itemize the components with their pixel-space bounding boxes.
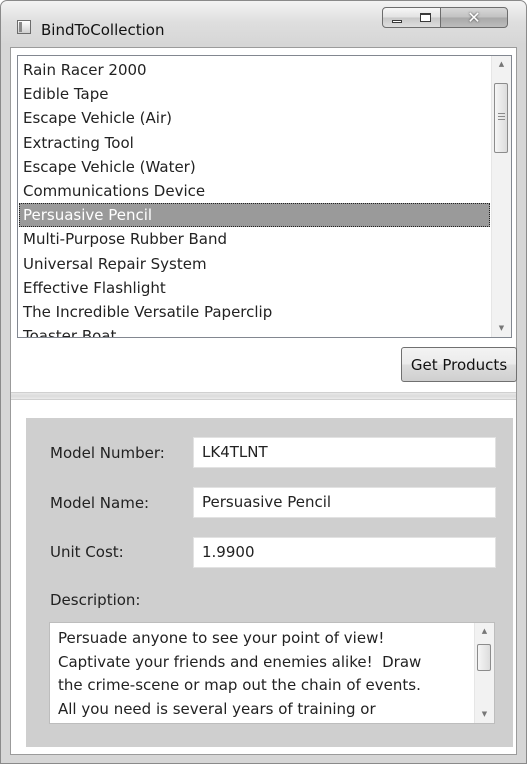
description-label: Description:: [50, 591, 141, 609]
scroll-down-arrow-icon[interactable]: ▼: [492, 320, 511, 337]
list-item[interactable]: Escape Vehicle (Air): [19, 106, 490, 130]
description-text: Persuade anyone to see your point of vie…: [58, 629, 422, 719]
grid-splitter[interactable]: [11, 392, 516, 400]
products-listbox[interactable]: Rain Racer 2000 Edible Tape Escape Vehicle…: [17, 55, 512, 338]
scroll-up-arrow-icon[interactable]: ▲: [475, 623, 494, 640]
grip-line: [498, 119, 505, 120]
grip-line: [498, 113, 505, 114]
list-item[interactable]: Communications Device: [19, 179, 490, 203]
list-item[interactable]: The Incredible Versatile Paperclip: [19, 300, 490, 324]
grip-line: [498, 116, 505, 117]
scroll-thumb[interactable]: [477, 644, 491, 671]
scroll-thumb[interactable]: [494, 83, 508, 153]
model-number-label: Model Number:: [50, 444, 165, 462]
maximize-button[interactable]: [411, 7, 440, 28]
minimize-icon: [392, 20, 402, 23]
get-products-button[interactable]: Get Products: [401, 347, 517, 382]
model-name-field[interactable]: Persuasive Pencil: [193, 487, 496, 518]
scroll-up-arrow-icon[interactable]: ▲: [492, 56, 511, 73]
description-field[interactable]: Persuade anyone to see your point of vie…: [49, 622, 495, 724]
list-item[interactable]: Extracting Tool: [19, 131, 490, 155]
products-list: Rain Racer 2000 Edible Tape Escape Vehicle…: [19, 58, 490, 337]
scroll-down-arrow-icon[interactable]: ▼: [475, 706, 494, 723]
list-item[interactable]: Toaster Boat: [19, 324, 490, 337]
list-item[interactable]: Multi-Purpose Rubber Band: [19, 227, 490, 251]
window-title: BindToCollection: [41, 21, 165, 39]
minimize-button[interactable]: [382, 7, 412, 28]
list-item[interactable]: Escape Vehicle (Water): [19, 155, 490, 179]
list-item[interactable]: Edible Tape: [19, 82, 490, 106]
app-window: BindToCollection ✕ Rain Racer 2000 Edible…: [0, 0, 527, 764]
model-name-label: Model Name:: [50, 494, 150, 512]
product-details-panel: Model Number: LK4TLNT Model Name: Persua…: [26, 418, 513, 747]
model-number-field[interactable]: LK4TLNT: [193, 437, 496, 468]
window-app-icon[interactable]: [17, 20, 31, 34]
list-item[interactable]: Persuasive Pencil: [19, 203, 490, 228]
unit-cost-field[interactable]: 1.9900: [193, 537, 496, 568]
unit-cost-label: Unit Cost:: [50, 543, 124, 561]
description-scrollbar[interactable]: ▲ ▼: [474, 623, 494, 723]
list-item[interactable]: Universal Repair System: [19, 252, 490, 276]
title-bar[interactable]: BindToCollection ✕: [1, 1, 526, 47]
maximize-icon: [420, 13, 431, 22]
close-icon: ✕: [467, 7, 481, 27]
close-button[interactable]: ✕: [440, 7, 508, 28]
list-item[interactable]: Rain Racer 2000: [19, 58, 490, 82]
list-item[interactable]: Effective Flashlight: [19, 276, 490, 300]
listbox-scrollbar[interactable]: ▲ ▼: [491, 56, 511, 337]
